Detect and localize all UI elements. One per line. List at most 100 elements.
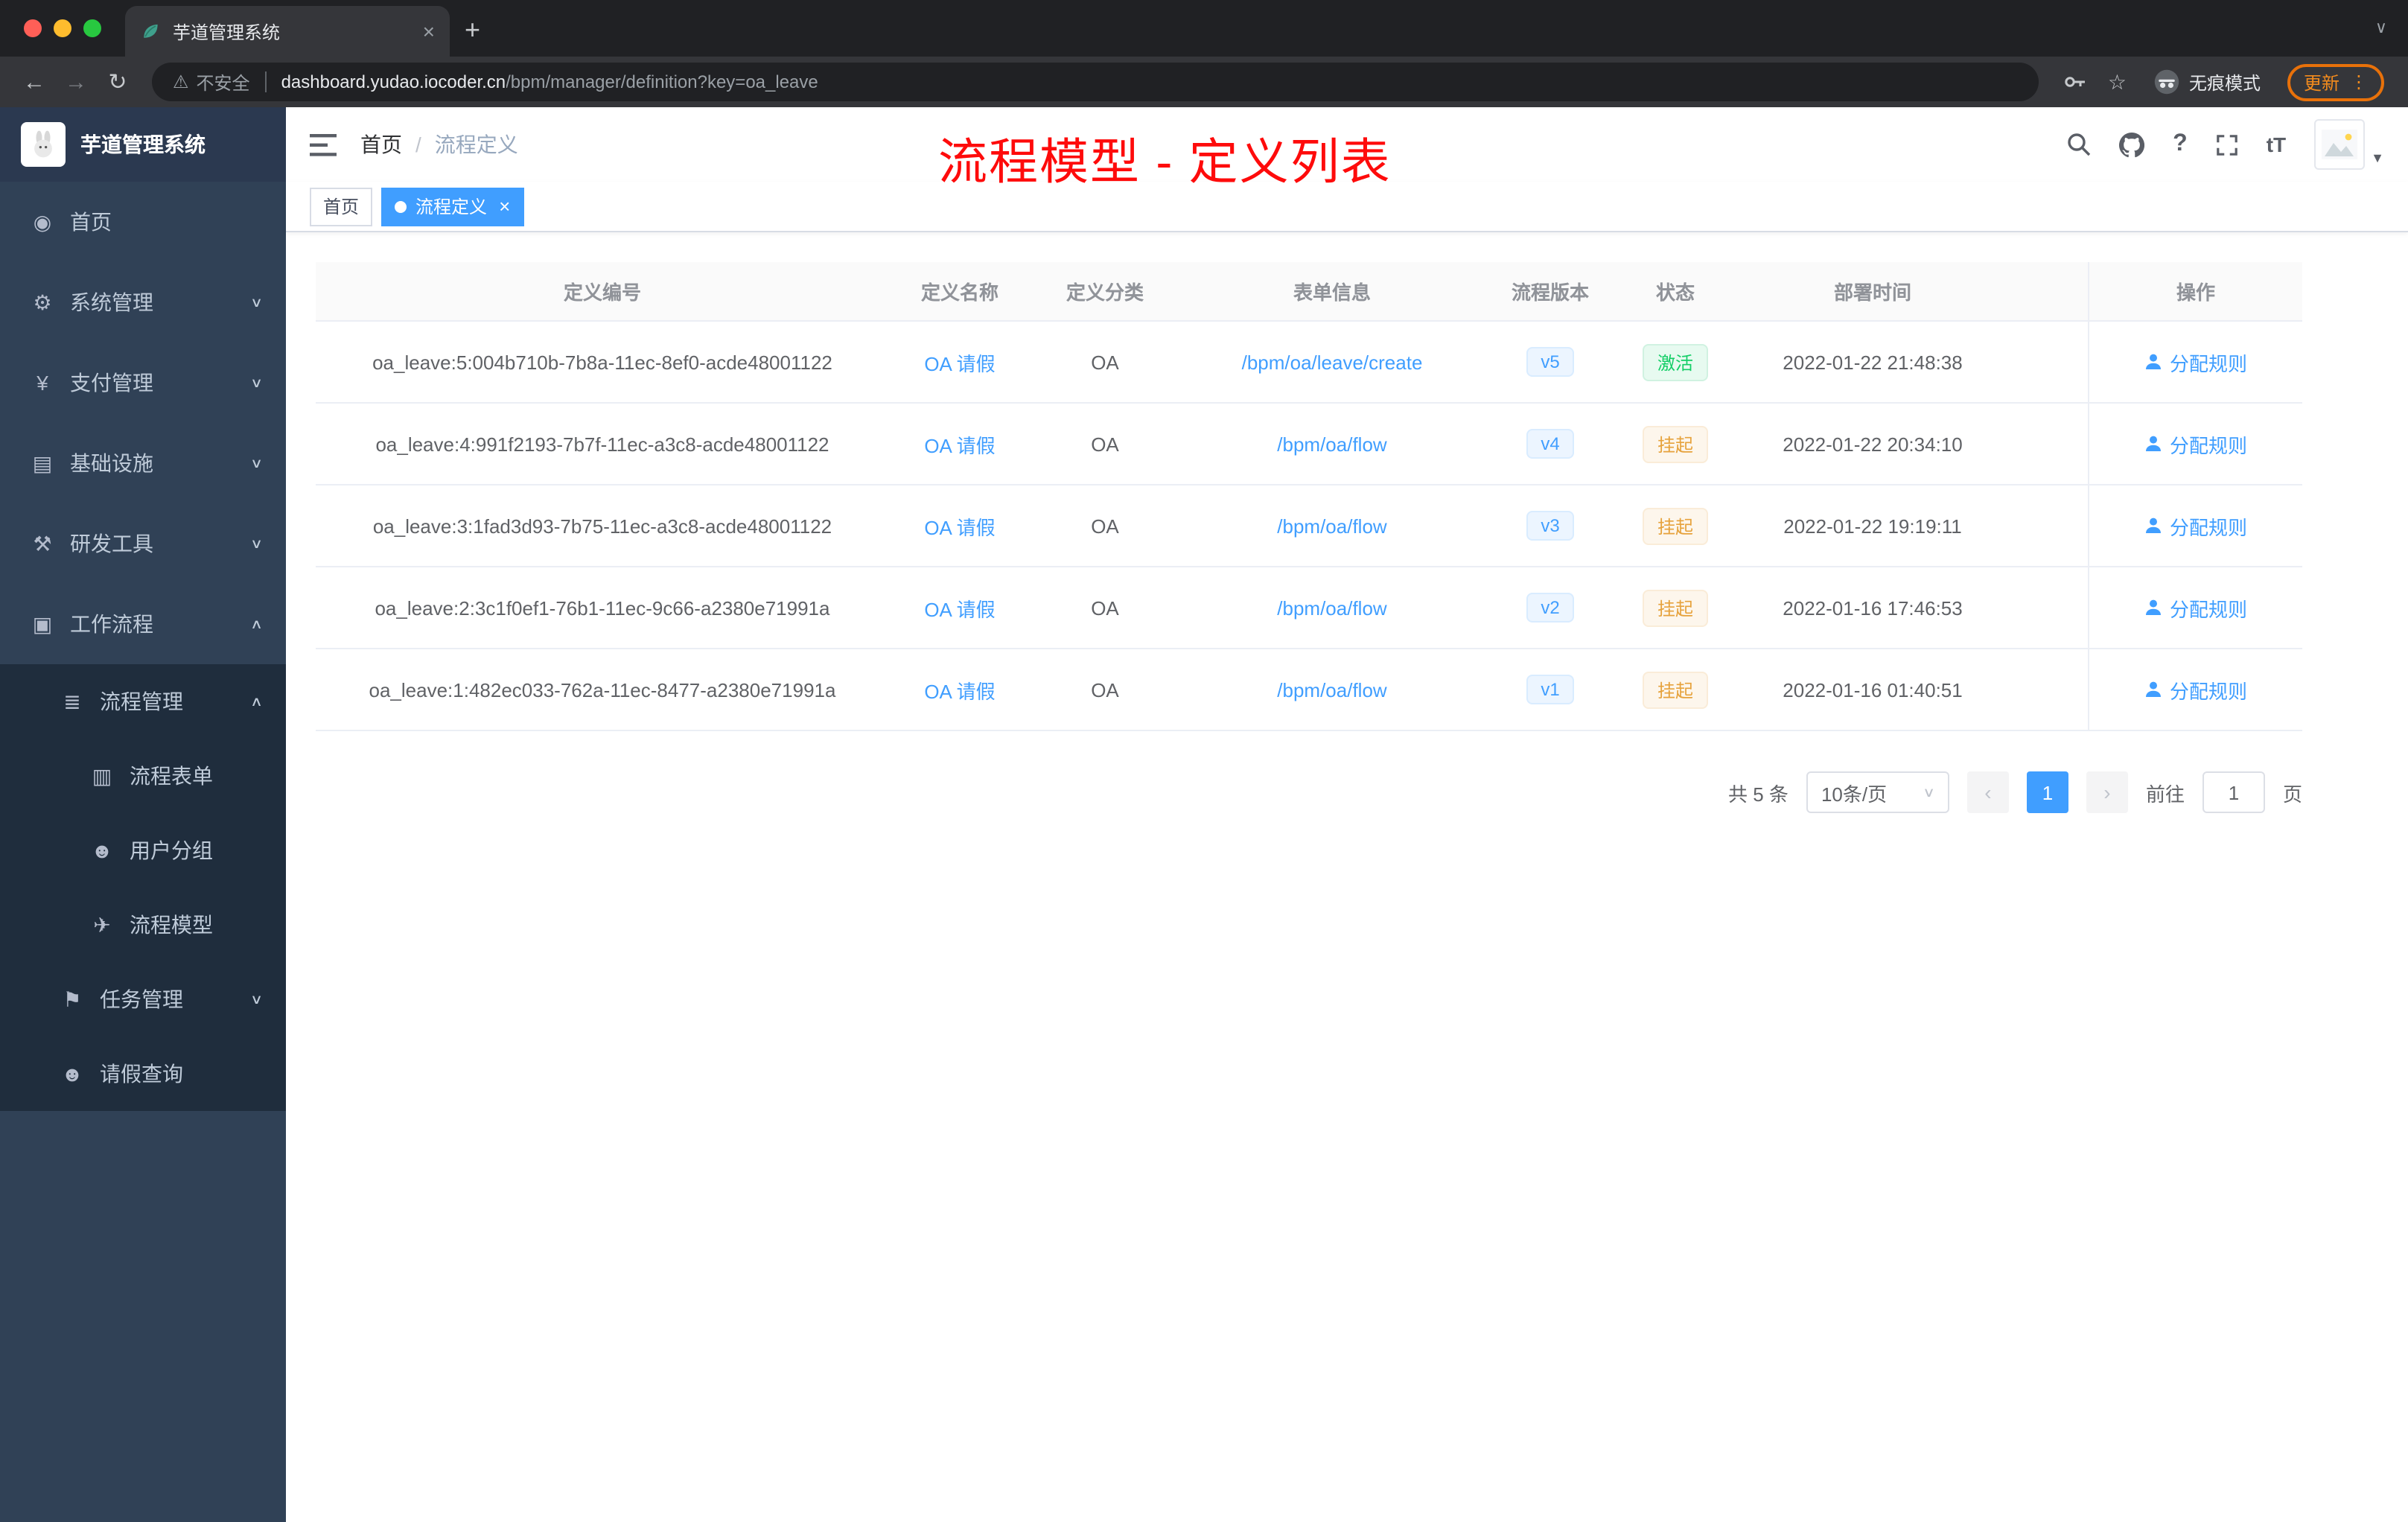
chrome-update-button[interactable]: 更新 ⋮	[2287, 63, 2384, 101]
tag-close-icon[interactable]: ×	[499, 197, 510, 216]
chevron-down-icon: ∨	[250, 294, 264, 309]
sidebar-item-system-management[interactable]: ⚙ 系统管理 ∨	[0, 262, 286, 343]
tag-home[interactable]: 首页	[310, 187, 373, 226]
password-key-icon[interactable]	[2063, 70, 2087, 94]
chevron-down-icon: ∨	[1923, 784, 1936, 799]
form-link[interactable]: /bpm/oa/flow	[1277, 515, 1386, 537]
sidebar-item-user-group[interactable]: ☻ 用户分组	[0, 813, 286, 888]
cell-deploy-time: 2022-01-16 01:40:51	[1783, 678, 1963, 701]
cell-definition-id: oa_leave:4:991f2193-7b7f-11ec-a3c8-acde4…	[375, 433, 829, 455]
assign-rule-link[interactable]: 分配规则	[2144, 675, 2247, 704]
person-icon	[2145, 681, 2161, 697]
sidebar-collapse-icon[interactable]	[310, 133, 337, 156]
main-area: 首页 / 流程定义 流程模型 - 定义列表 ? tT ▼ 首页 流程定义 × 定…	[286, 107, 2408, 1522]
new-tab-button[interactable]: +	[465, 15, 480, 46]
form-link[interactable]: /bpm/oa/flow	[1277, 596, 1386, 619]
sidebar-item-leave-query[interactable]: ☻ 请假查询	[0, 1037, 286, 1111]
page-number-button[interactable]: 1	[2026, 771, 2068, 813]
app-logo[interactable]: 芋道管理系统	[0, 107, 286, 182]
form-link[interactable]: /bpm/oa/leave/create	[1242, 351, 1423, 373]
browser-tab-strip: 芋道管理系统 × + ∨	[0, 0, 2408, 57]
favicon-leaf-icon	[140, 21, 161, 42]
cell-definition-id: oa_leave:2:3c1f0ef1-76b1-11ec-9c66-a2380…	[375, 596, 830, 619]
definition-name-link[interactable]: OA 请假	[924, 512, 995, 540]
assign-rule-link[interactable]: 分配规则	[2144, 593, 2247, 622]
sidebar-item-workflow[interactable]: ▣ 工作流程 ∧	[0, 584, 286, 664]
sidebar-item-infrastructure[interactable]: ▤ 基础设施 ∨	[0, 423, 286, 503]
goto-page-input[interactable]	[2202, 771, 2265, 813]
incognito-label: 无痕模式	[2188, 72, 2261, 93]
form-link[interactable]: /bpm/oa/flow	[1277, 678, 1386, 701]
definition-name-link[interactable]: OA 请假	[924, 675, 995, 704]
help-icon[interactable]: ?	[2173, 131, 2188, 158]
definition-name-link[interactable]: OA 请假	[924, 348, 995, 376]
col-spacer	[2010, 262, 2088, 320]
page-annotation: 流程模型 - 定义列表	[938, 134, 1392, 189]
reload-button[interactable]: ↻	[98, 69, 137, 95]
paper-plane-icon: ✈	[93, 912, 111, 936]
user-avatar-wrap[interactable]: ▼	[2314, 119, 2384, 170]
fullscreen-icon[interactable]	[2216, 133, 2238, 156]
cell-definition-id: oa_leave:1:482ec033-762a-11ec-8477-a2380…	[369, 678, 836, 701]
form-link[interactable]: /bpm/oa/flow	[1277, 433, 1386, 455]
font-size-icon[interactable]: tT	[2267, 133, 2286, 156]
url-divider	[264, 71, 267, 92]
definition-table: 定义编号 定义名称 定义分类 表单信息 流程版本 状态 部署时间 操作 oa_l…	[316, 262, 2302, 731]
version-badge: v5	[1526, 347, 1575, 377]
assign-rule-link[interactable]: 分配规则	[2144, 348, 2247, 376]
bookmark-star-icon[interactable]: ☆	[2108, 69, 2127, 95]
github-icon[interactable]	[2119, 132, 2145, 157]
flag-icon: ⚑	[63, 987, 82, 1010]
cell-category: OA	[1091, 433, 1119, 455]
search-icon[interactable]	[2067, 133, 2091, 156]
back-button[interactable]: ←	[15, 69, 54, 95]
next-page-button[interactable]: ›	[2086, 771, 2128, 813]
person-icon	[2145, 599, 2161, 615]
tab-close-icon[interactable]: ×	[423, 21, 435, 42]
sidebar-item-dev-tools[interactable]: ⚒ 研发工具 ∨	[0, 503, 286, 584]
col-form-info: 表单信息	[1293, 281, 1371, 304]
definition-name-link[interactable]: OA 请假	[924, 593, 995, 622]
window-controls	[0, 19, 125, 37]
sidebar-item-task-management[interactable]: ⚑ 任务管理 ∨	[0, 962, 286, 1037]
url-path: /bpm/manager/definition?key=oa_leave	[506, 71, 818, 92]
list-icon: ≣	[63, 689, 81, 713]
browser-tab[interactable]: 芋道管理系统 ×	[125, 6, 450, 57]
assign-rule-link[interactable]: 分配规则	[2144, 512, 2247, 540]
definition-name-link[interactable]: OA 请假	[924, 430, 995, 458]
forward-button[interactable]: →	[57, 69, 95, 95]
breadcrumb: 首页 / 流程定义	[360, 130, 518, 159]
maximize-window-button[interactable]	[83, 19, 101, 37]
tools-icon: ⚒	[33, 531, 52, 555]
cell-deploy-time: 2022-01-22 20:34:10	[1783, 433, 1963, 455]
breadcrumb-home[interactable]: 首页	[360, 130, 402, 159]
url-bar[interactable]: ⚠ 不安全 dashboard.yudao.iocoder.cn /bpm/ma…	[152, 63, 2039, 101]
tab-title: 芋道管理系统	[173, 22, 281, 42]
close-window-button[interactable]	[24, 19, 42, 37]
sidebar-item-process-management[interactable]: ≣ 流程管理 ∧	[0, 664, 286, 739]
page-size-select[interactable]: 10条/页 ∨	[1806, 771, 1949, 813]
cell-deploy-time: 2022-01-22 19:19:11	[1783, 515, 1962, 537]
col-definition-name: 定义名称	[920, 281, 998, 304]
cell-category: OA	[1091, 596, 1119, 619]
chevron-down-icon: ∨	[250, 375, 264, 389]
document-icon: ▥	[92, 763, 112, 787]
tab-search-chevron-icon[interactable]: ∨	[2375, 18, 2387, 37]
sidebar-item-process-model[interactable]: ✈ 流程模型	[0, 888, 286, 962]
security-label: 不安全	[196, 72, 250, 93]
assign-rule-link[interactable]: 分配规则	[2144, 430, 2247, 458]
person-icon	[2145, 436, 2161, 451]
goto-unit: 页	[2282, 783, 2302, 805]
sidebar-item-process-form[interactable]: ▥ 流程表单	[0, 739, 286, 813]
minimize-window-button[interactable]	[54, 19, 71, 37]
prev-page-button[interactable]: ‹	[1966, 771, 2009, 813]
status-badge: 挂起	[1642, 507, 1708, 544]
status-badge: 挂起	[1642, 589, 1708, 626]
chevron-up-icon: ∧	[250, 616, 264, 631]
table-row: oa_leave:1:482ec033-762a-11ec-8477-a2380…	[316, 649, 2302, 731]
sidebar-item-payment-management[interactable]: ¥ 支付管理 ∨	[0, 343, 286, 423]
sidebar-item-home[interactable]: ◉ 首页	[0, 182, 286, 262]
chevron-down-icon: ∨	[250, 455, 264, 470]
tag-process-definition[interactable]: 流程定义 ×	[381, 187, 524, 226]
browser-menu-icon[interactable]: ⋮	[2350, 71, 2368, 92]
